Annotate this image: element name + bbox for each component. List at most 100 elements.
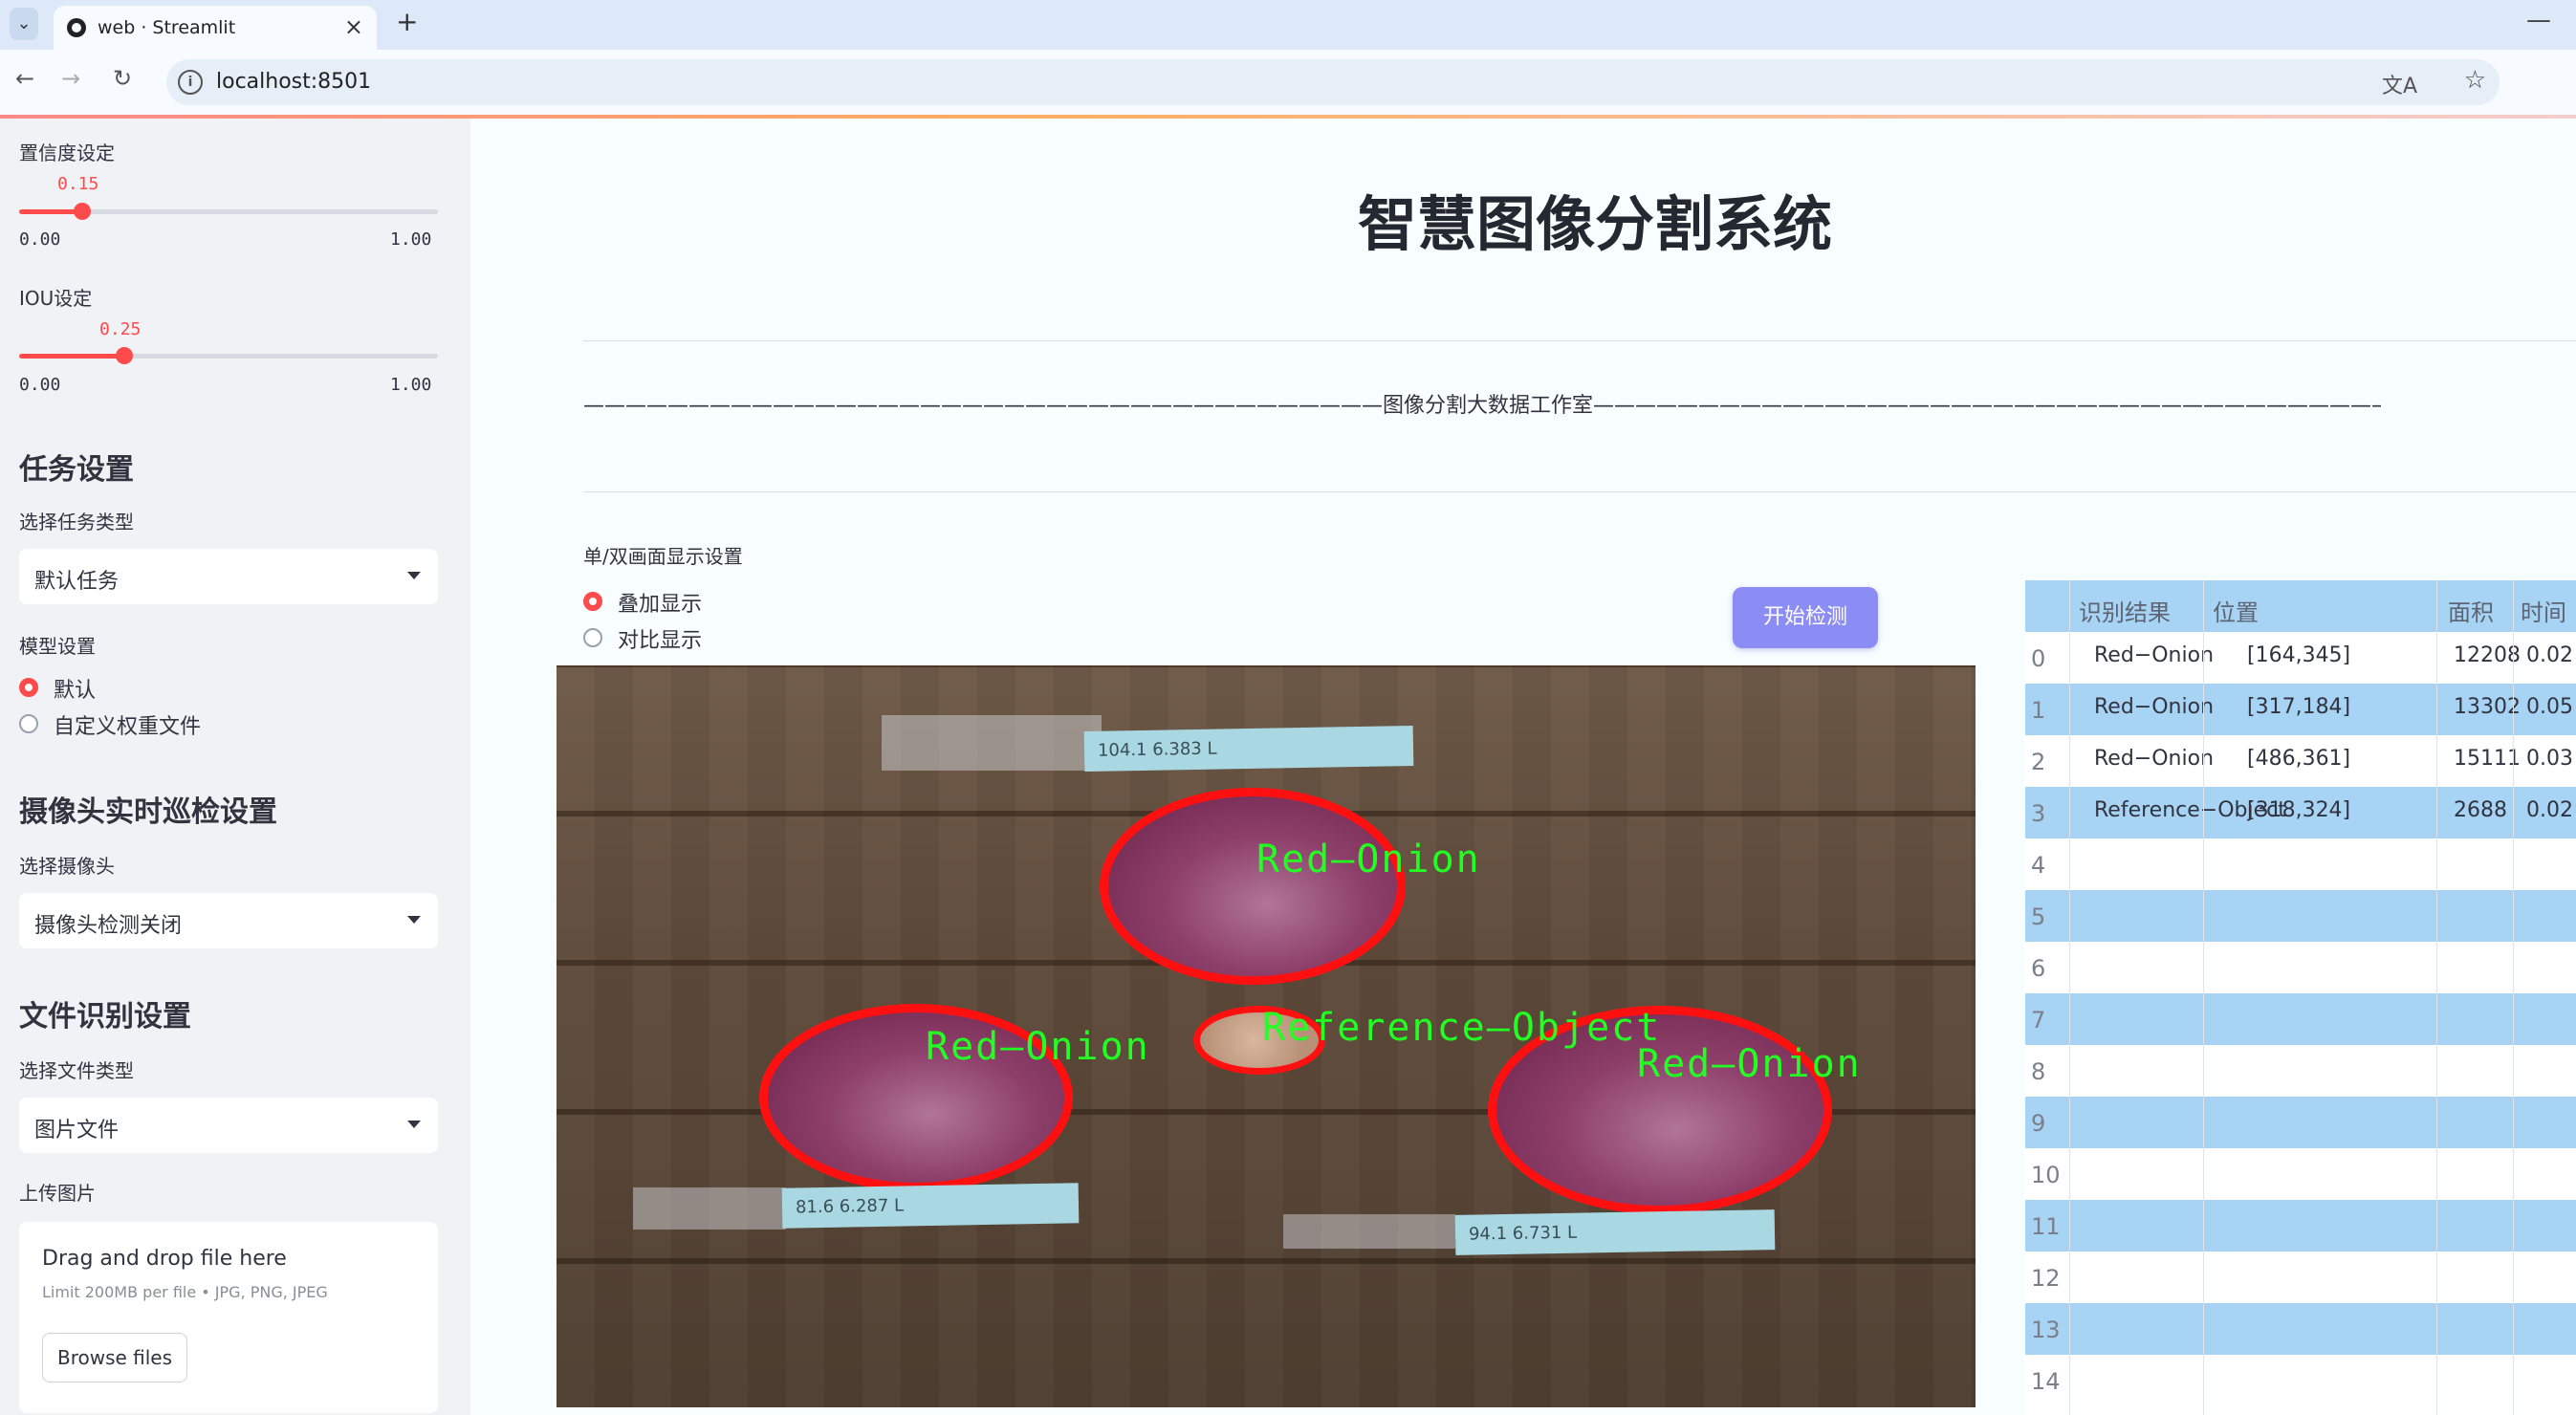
camera-select-value: 摄像头检测关闭 [34,914,183,938]
column-divider [2203,580,2204,1415]
onion-detection-box [1100,788,1406,985]
table-row[interactable]: 2 Red−Onion [486,361] 15111 0.03 [2025,735,2576,787]
column-header[interactable]: 识别结果 [2079,594,2171,627]
streamlit-favicon-icon [67,18,86,37]
confidence-max: 1.00 [390,229,432,250]
row-index: 4 [2031,852,2046,879]
cell-position: [317,184] [2247,695,2351,719]
table-row-empty[interactable]: 4 [2025,838,2576,890]
table-row[interactable]: 0 Red−Onion [164,345] 12208 0.02 [2025,632,2576,684]
table-row[interactable]: 3 Reference−Object [318,324] 2688 0.02 [2025,787,2576,838]
table-row-empty[interactable]: 8 [2025,1045,2576,1097]
translate-icon[interactable]: 文A [2382,69,2417,99]
display-mode-label: 单/双画面显示设置 [583,545,743,568]
row-index: 8 [2031,1058,2046,1085]
results-table[interactable]: 识别结果 位置 面积 时间 0 Red−Onion [164,345] 1220… [2025,580,2576,1415]
address-bar: ← → ↻ i localhost:8501 文A ☆ [0,50,2576,115]
column-header[interactable]: 位置 [2213,594,2259,627]
detection-result-image: 104.1 6.383 L Red—Onion Red—Onion Refere… [557,665,1976,1407]
cell-position: [164,345] [2247,643,2351,667]
table-row-empty[interactable]: 12 [2025,1252,2576,1303]
minimize-icon[interactable]: — [2526,6,2551,34]
radio-unselected-icon[interactable] [583,628,602,647]
table-row-empty[interactable]: 13 [2025,1303,2576,1355]
tab-title: web · Streamlit [98,17,236,38]
row-index: 3 [2031,800,2046,827]
radio-selected-icon[interactable] [19,678,38,697]
cell-area: 12208 [2454,643,2521,667]
task-type-select[interactable]: 默认任务 [19,549,438,604]
start-detection-button[interactable]: 开始检测 [1733,587,1878,648]
table-row-empty[interactable]: 11 [2025,1200,2576,1252]
tape-strip [633,1187,786,1230]
browser-tab-bar: ⌄ web · Streamlit × + — [0,0,2576,50]
label-tag: 94.1 6.731 L [1454,1209,1776,1255]
cell-position: [318,324] [2247,798,2351,822]
cell-time: 0.02 [2526,798,2573,822]
reload-icon[interactable]: ↻ [113,65,132,92]
display-option-label: 叠加显示 [618,593,703,617]
column-header[interactable]: 面积 [2448,594,2494,627]
row-index: 10 [2031,1162,2061,1188]
model-option-label: 默认 [54,679,97,703]
cell-label: Red−Onion [2094,695,2215,719]
row-index: 14 [2031,1368,2061,1395]
table-row-empty[interactable]: 9 [2025,1097,2576,1148]
confidence-label: 置信度设定 [19,142,115,164]
table-row-empty[interactable]: 14 [2025,1355,2576,1406]
row-index: 12 [2031,1265,2061,1292]
cell-area: 15111 [2454,747,2521,771]
confidence-slider[interactable] [19,203,438,220]
row-index: 7 [2031,1007,2046,1034]
table-row-empty[interactable]: 10 [2025,1148,2576,1200]
table-row-empty[interactable]: 6 [2025,942,2576,993]
new-tab-icon[interactable]: + [396,6,418,37]
url-field[interactable]: i localhost:8501 文A ☆ [166,59,2500,105]
table-row-empty[interactable]: 5 [2025,890,2576,942]
cell-label: Red−Onion [2094,643,2215,667]
chevron-down-icon [407,572,421,579]
bookmark-star-icon[interactable]: ☆ [2464,66,2486,95]
browser-tab[interactable]: web · Streamlit × [54,6,377,50]
label-tag: 81.6 6.287 L [781,1183,1080,1229]
site-info-icon[interactable]: i [178,70,203,95]
divider [583,491,2576,492]
radio-unselected-icon[interactable] [19,714,38,733]
chevron-down-icon [407,916,421,924]
row-index: 11 [2031,1213,2061,1240]
table-row[interactable]: 1 Red−Onion [317,184] 13302 0.05 [2025,684,2576,735]
iou-slider-thumb[interactable] [116,347,133,364]
iou-max: 1.00 [390,375,432,395]
cell-time: 0.03 [2526,747,2573,771]
column-divider [2513,580,2514,1415]
confidence-slider-thumb[interactable] [74,203,91,220]
chevron-down-icon [407,1121,421,1128]
cell-area: 13302 [2454,695,2521,719]
column-header[interactable]: 时间 [2521,594,2566,627]
back-arrow-icon[interactable]: ← [15,65,34,92]
row-index: 1 [2031,697,2046,724]
file-type-select[interactable]: 图片文件 [19,1098,438,1153]
table-row-empty[interactable]: 7 [2025,993,2576,1045]
browse-files-button[interactable]: Browse files [42,1333,187,1382]
cell-area: 2688 [2454,798,2507,822]
table-header: 识别结果 位置 面积 时间 [2025,580,2576,632]
cell-time: 0.02 [2526,643,2573,667]
upload-limit-text: Limit 200MB per file • JPG, PNG, JPEG [42,1283,328,1301]
camera-select[interactable]: 摄像头检测关闭 [19,893,438,948]
tape-strip [882,715,1102,771]
tab-close-icon[interactable]: × [344,13,363,40]
iou-slider[interactable] [19,347,438,364]
url-text[interactable]: localhost:8501 [216,70,371,94]
task-settings-header: 任务设置 [19,453,134,487]
tab-list-chevron-icon[interactable]: ⌄ [10,8,38,40]
forward-arrow-icon[interactable]: → [61,65,80,92]
main-content: 智慧图像分割系统 ———————————————————————————————… [470,119,2576,1415]
label-tag: 104.1 6.383 L [1083,726,1414,772]
radio-selected-icon[interactable] [583,592,602,611]
file-uploader-dropzone[interactable]: Drag and drop file here Limit 200MB per … [19,1222,438,1413]
iou-label: IOU设定 [19,287,93,310]
sidebar: 置信度设定 0.15 0.00 1.00 IOU设定 0.25 0.00 1.0… [0,119,470,1415]
cell-position: [486,361] [2247,747,2351,771]
tape-strip [1283,1214,1455,1249]
